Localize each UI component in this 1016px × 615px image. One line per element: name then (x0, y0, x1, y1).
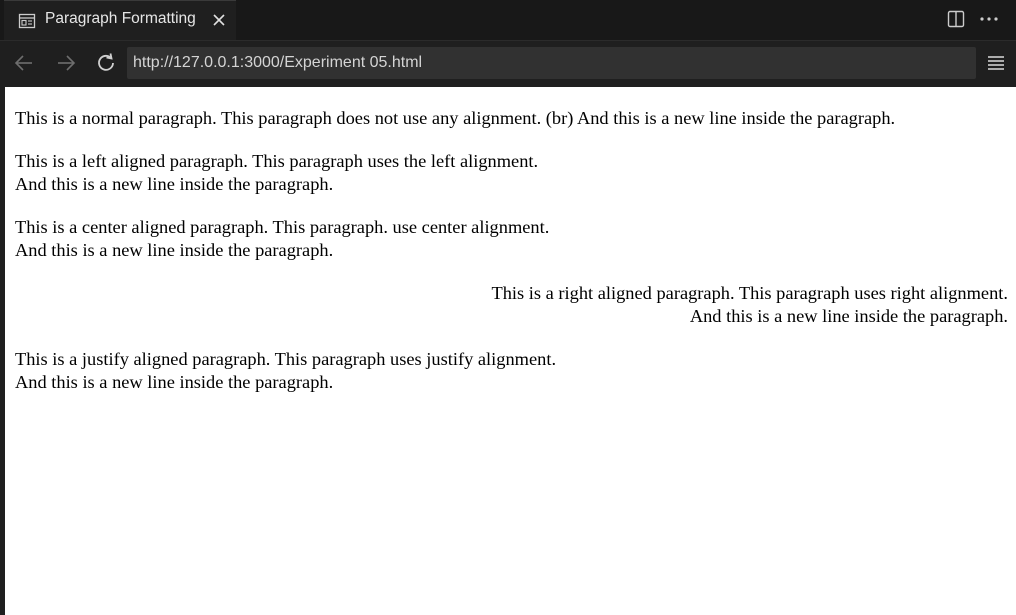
justify-aligned-paragraph: This is a justify aligned paragraph. Thi… (15, 348, 1008, 394)
split-editor-icon[interactable] (946, 9, 966, 29)
tab-bar: Paragraph Formatting (0, 0, 1016, 40)
menu-icon[interactable] (986, 54, 1006, 72)
justify-paragraph-line-1: This is a justify aligned paragraph. Thi… (15, 349, 557, 369)
close-icon[interactable] (211, 12, 227, 28)
center-paragraph-line-1: This is a center aligned paragraph. This… (15, 217, 550, 237)
more-actions-icon[interactable] (978, 9, 1000, 29)
reload-icon[interactable] (95, 52, 117, 74)
center-paragraph-line-2: And this is a new line inside the paragr… (15, 240, 334, 260)
right-paragraph-line-2: And this is a new line inside the paragr… (689, 306, 1008, 326)
left-paragraph-line-2: And this is a new line inside the paragr… (15, 174, 334, 194)
tab-paragraph-formatting[interactable]: Paragraph Formatting (4, 0, 236, 40)
preview-icon (18, 13, 36, 29)
url-input[interactable]: http://127.0.0.1:3000/Experiment 05.html (127, 47, 976, 79)
arrow-left-icon[interactable] (13, 52, 35, 74)
center-aligned-paragraph: This is a center aligned paragraph. This… (15, 216, 1008, 262)
left-paragraph-line-1: This is a left aligned paragraph. This p… (15, 151, 539, 171)
right-aligned-paragraph: This is a right aligned paragraph. This … (15, 282, 1008, 328)
tab-title: Paragraph Formatting (45, 10, 196, 27)
right-paragraph-line-1: This is a right aligned paragraph. This … (491, 283, 1008, 303)
page-viewport: This is a normal paragraph. This paragra… (5, 87, 1016, 615)
justify-paragraph-line-2: And this is a new line inside the paragr… (15, 372, 334, 392)
left-aligned-paragraph: This is a left aligned paragraph. This p… (15, 150, 1008, 196)
navigation-bar: http://127.0.0.1:3000/Experiment 05.html (0, 40, 1016, 87)
page-content: This is a normal paragraph. This paragra… (5, 87, 1016, 394)
normal-paragraph: This is a normal paragraph. This paragra… (15, 108, 896, 128)
arrow-right-icon[interactable] (55, 52, 77, 74)
